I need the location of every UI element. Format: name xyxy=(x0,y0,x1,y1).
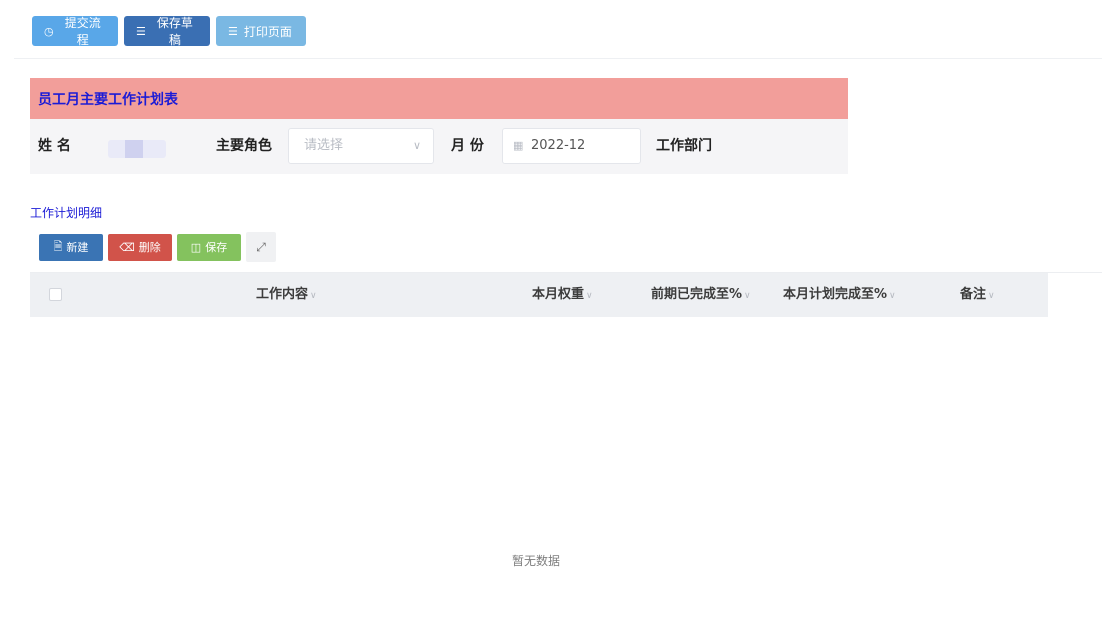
sort-icon: ∨ xyxy=(586,291,593,301)
form-title-bar: 员工月主要工作计划表 xyxy=(30,78,848,119)
month-date-picker[interactable]: ▦ 2022-12 xyxy=(502,128,641,164)
print-page-button[interactable]: ☰ 打印页面 xyxy=(216,16,306,46)
column-header-previous-completion[interactable]: 前期已完成至% ∨ xyxy=(651,273,751,318)
month-value: 2022-12 xyxy=(531,138,586,153)
expand-icon: ⤢ xyxy=(256,239,266,254)
chevron-down-icon: ∨ xyxy=(412,139,421,152)
floppy-icon: ◫ xyxy=(190,240,202,254)
calendar-icon: ▦ xyxy=(513,139,524,152)
detail-section-title: 工作计划明细 xyxy=(30,206,103,220)
name-value-redacted xyxy=(108,140,166,158)
column-header-weight[interactable]: 本月权重 ∨ xyxy=(532,273,593,318)
toolbar-divider xyxy=(14,58,1102,59)
role-select[interactable]: 请选择 ∨ xyxy=(288,128,434,164)
role-select-placeholder: 请选择 xyxy=(304,138,344,153)
select-all-checkbox[interactable] xyxy=(49,288,62,301)
month-label: 月 份 xyxy=(451,138,484,154)
clock-icon: ◷ xyxy=(44,24,54,38)
list-icon: ☰ xyxy=(136,24,146,38)
list-icon: ☰ xyxy=(228,24,238,38)
detail-toolbar: 🗎 新建 ⌫ 删除 ◫ 保存 ⤢ xyxy=(39,232,276,262)
save-rows-label: 保存 xyxy=(205,241,228,254)
print-page-label: 打印页面 xyxy=(243,24,292,39)
column-header-label: 本月计划完成至% xyxy=(783,287,888,302)
save-draft-button[interactable]: ☰ 保存草稿 xyxy=(124,16,210,47)
column-header-work-content[interactable]: 工作内容 ∨ xyxy=(256,273,317,318)
submit-process-button[interactable]: ◷ 提交流程 xyxy=(32,16,118,47)
column-header-planned-completion[interactable]: 本月计划完成至% ∨ xyxy=(783,273,896,318)
column-header-label: 前期已完成至% xyxy=(651,287,743,302)
empty-table-message: 暂无数据 xyxy=(512,554,561,568)
page: ◷ 提交流程 ☰ 保存草稿 ☰ 打印页面 员工月主要工作计划表 姓 名 主要角色… xyxy=(0,0,1102,632)
save-draft-label: 保存草稿 xyxy=(156,16,193,47)
top-toolbar: ◷ 提交流程 ☰ 保存草稿 ☰ 打印页面 xyxy=(32,16,306,47)
column-header-label: 备注 xyxy=(960,287,987,302)
form-title: 员工月主要工作计划表 xyxy=(38,91,178,108)
trash-icon: ⌫ xyxy=(119,240,135,254)
role-label: 主要角色 xyxy=(216,138,272,154)
save-rows-button[interactable]: ◫ 保存 xyxy=(177,233,241,261)
expand-button[interactable]: ⤢ xyxy=(246,232,276,262)
column-header-label: 本月权重 xyxy=(532,287,585,302)
new-row-button[interactable]: 🗎 新建 xyxy=(39,233,103,261)
delete-row-label: 删除 xyxy=(138,241,161,254)
sort-icon: ∨ xyxy=(889,291,896,301)
column-header-remarks[interactable]: 备注 ∨ xyxy=(960,273,995,318)
file-icon: 🗎 xyxy=(53,239,63,253)
name-label: 姓 名 xyxy=(38,138,71,154)
new-row-label: 新建 xyxy=(66,241,89,254)
department-label: 工作部门 xyxy=(656,138,712,154)
form-row: 姓 名 主要角色 请选择 ∨ 月 份 ▦ 2022-12 工作部门 xyxy=(30,119,848,174)
sort-icon: ∨ xyxy=(988,291,995,301)
sort-icon: ∨ xyxy=(310,291,317,301)
sort-icon: ∨ xyxy=(744,291,751,301)
delete-row-button[interactable]: ⌫ 删除 xyxy=(108,233,172,261)
column-header-label: 工作内容 xyxy=(256,287,309,302)
submit-process-label: 提交流程 xyxy=(64,16,101,47)
grid-header: 工作内容 ∨ 本月权重 ∨ 前期已完成至% ∨ 本月计划完成至% ∨ 备注 ∨ xyxy=(30,273,1048,317)
